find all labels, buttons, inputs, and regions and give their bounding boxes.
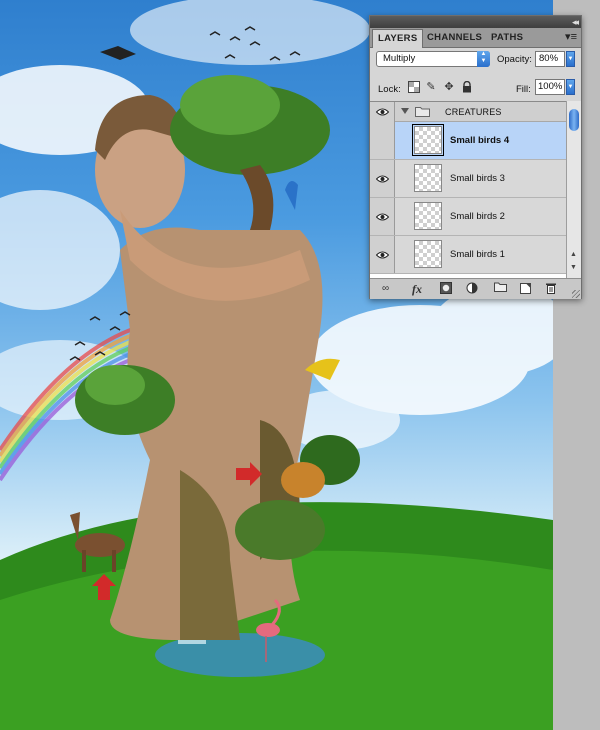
tiger: [281, 462, 325, 498]
trash-icon[interactable]: [546, 282, 556, 296]
adjustment-layer-icon[interactable]: [466, 282, 478, 296]
opacity-input[interactable]: 80%: [535, 51, 565, 67]
eye-icon: [376, 213, 389, 220]
layer-row[interactable]: Small birds 3: [370, 160, 566, 198]
folder-icon: [415, 107, 430, 117]
panel-tab-bar: LAYERS CHANNELS PATHS ▾≡: [370, 28, 581, 48]
layer-group-row[interactable]: CREATURES: [370, 102, 566, 122]
lock-position-icon[interactable]: ✥: [443, 81, 455, 93]
visibility-toggle[interactable]: [370, 102, 395, 122]
blue-parrot: [285, 181, 298, 210]
scroll-down-icon[interactable]: ▼: [570, 264, 577, 271]
new-group-icon[interactable]: [494, 282, 507, 296]
lock-all-icon[interactable]: [461, 80, 473, 93]
eye-icon: [376, 175, 389, 182]
fill-input[interactable]: 100%: [535, 79, 565, 95]
blend-mode-value: Multiply: [383, 53, 416, 64]
add-mask-icon[interactable]: [440, 282, 452, 296]
visibility-toggle[interactable]: [370, 236, 395, 273]
collapse-panel-icon[interactable]: ◂◂: [572, 16, 579, 28]
fill-dropdown-icon[interactable]: ▼: [566, 79, 575, 95]
layer-style-icon[interactable]: fx: [412, 282, 422, 296]
tab-paths[interactable]: PATHS: [486, 29, 528, 47]
resize-grip[interactable]: [572, 290, 580, 298]
opacity-label: Opacity:: [497, 54, 532, 65]
tab-channels[interactable]: CHANNELS: [422, 29, 487, 47]
eye-icon: [376, 251, 389, 258]
opacity-dropdown-icon[interactable]: ▼: [566, 51, 575, 67]
layer-row[interactable]: Small birds 2: [370, 198, 566, 236]
scrollbar-thumb[interactable]: [569, 109, 579, 131]
layer-row[interactable]: Small birds 1: [370, 236, 566, 274]
layer-list-scrollbar[interactable]: ▲ ▼: [566, 101, 581, 278]
layers-panel: ◂◂ LAYERS CHANNELS PATHS ▾≡ Multiply ▲ ▼ …: [369, 15, 582, 299]
layer-name: Small birds 2: [450, 211, 505, 222]
lock-label: Lock:: [378, 84, 401, 95]
layer-thumbnail: [414, 164, 442, 192]
expand-triangle-icon[interactable]: [401, 108, 409, 114]
layer-thumbnail: [414, 202, 442, 230]
layer-name: Small birds 3: [450, 173, 505, 184]
eye-icon: [376, 108, 389, 116]
group-name: CREATURES: [445, 107, 502, 117]
layer-thumbnail: [412, 124, 444, 156]
layer-list: CREATURES Small birds 4 Small birds 3 Sm…: [370, 101, 566, 279]
layer-row[interactable]: Small birds 4: [370, 122, 566, 160]
visibility-toggle[interactable]: [370, 160, 395, 197]
tab-layers[interactable]: LAYERS: [372, 29, 424, 48]
select-arrows-icon: ▲ ▼: [477, 51, 490, 67]
visibility-toggle[interactable]: [370, 122, 395, 159]
layer-name: Small birds 4: [450, 135, 510, 146]
panel-titlebar[interactable]: ◂◂: [370, 16, 581, 28]
link-layers-icon[interactable]: ∞: [382, 282, 389, 296]
lock-transparency-icon[interactable]: [408, 81, 420, 93]
fill-label: Fill:: [516, 84, 531, 95]
new-layer-icon[interactable]: [520, 282, 531, 296]
lock-paint-icon[interactable]: ✎: [425, 81, 437, 93]
panel-footer: ∞ fx: [370, 278, 581, 299]
visibility-toggle[interactable]: [370, 198, 395, 235]
blend-mode-select[interactable]: Multiply ▲ ▼: [376, 51, 490, 67]
panel-menu-icon[interactable]: ▾≡: [565, 30, 577, 43]
scroll-up-icon[interactable]: ▲: [570, 251, 577, 258]
layer-thumbnail: [414, 240, 442, 268]
layer-name: Small birds 1: [450, 249, 505, 260]
